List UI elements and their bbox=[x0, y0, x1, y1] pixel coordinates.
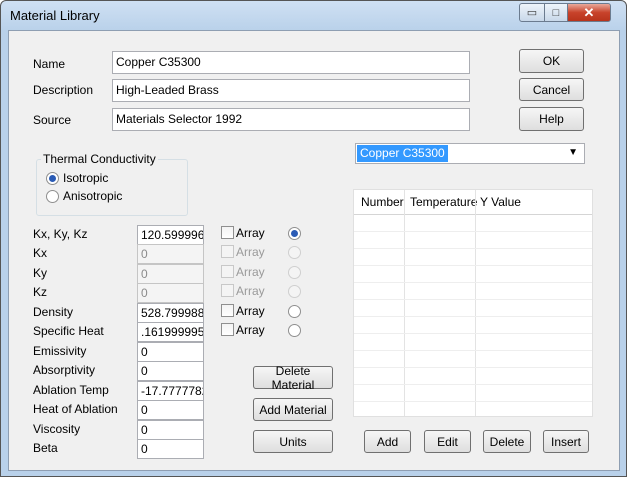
beta-field[interactable]: 0 bbox=[137, 439, 204, 459]
density-array-checkbox[interactable] bbox=[221, 304, 234, 317]
kx-ky-kz-field[interactable]: 120.599996 bbox=[137, 225, 204, 245]
kx-ky-kz-radio[interactable] bbox=[288, 227, 301, 240]
add-button[interactable]: Add bbox=[364, 430, 411, 453]
specific-heat-array-label: Array bbox=[236, 323, 265, 337]
kz-field: 0 bbox=[137, 283, 204, 303]
chevron-down-icon: ▼ bbox=[568, 147, 578, 158]
name-label: Name bbox=[33, 57, 66, 71]
ky-radio bbox=[288, 266, 301, 279]
temperature-table[interactable]: Number Temperature Y Value bbox=[353, 189, 593, 417]
specific-heat-label: Specific Heat bbox=[33, 324, 104, 338]
beta-label: Beta bbox=[33, 441, 58, 455]
cancel-button[interactable]: Cancel bbox=[519, 78, 584, 101]
ky-field: 0 bbox=[137, 264, 204, 284]
ablation-temp-field[interactable]: -17.7777782 bbox=[137, 381, 204, 401]
table-row-line bbox=[354, 265, 592, 266]
heat-of-ablation-field[interactable]: 0 bbox=[137, 400, 204, 420]
ky-array-label: Array bbox=[236, 265, 265, 279]
isotropic-radio[interactable] bbox=[46, 172, 59, 185]
description-label: Description bbox=[33, 83, 94, 97]
delete-material-button[interactable]: Delete Material bbox=[253, 364, 333, 392]
density-field[interactable]: 528.799988 bbox=[137, 303, 204, 323]
density-array-label: Array bbox=[236, 304, 265, 318]
material-select[interactable]: Copper C35300 ▼ bbox=[355, 143, 585, 164]
specific-heat-field[interactable]: .161999995 bbox=[137, 322, 204, 342]
column-header-temperature: Temperature bbox=[410, 195, 478, 209]
anisotropic-radio[interactable] bbox=[46, 190, 59, 203]
edit-button[interactable]: Edit bbox=[424, 430, 471, 453]
kz-array-checkbox bbox=[221, 284, 234, 297]
table-row-line bbox=[354, 401, 592, 402]
table-row-line bbox=[354, 384, 592, 385]
kx-ky-kz-array-checkbox[interactable] bbox=[221, 226, 234, 239]
column-header-number: Number bbox=[361, 195, 404, 209]
maximize-icon: □ bbox=[552, 6, 560, 19]
kx-field: 0 bbox=[137, 244, 204, 264]
units-button[interactable]: Units bbox=[253, 430, 333, 453]
ky-array-checkbox bbox=[221, 265, 234, 278]
delete-button[interactable]: Delete bbox=[483, 430, 531, 453]
name-field[interactable]: Copper C35300 bbox=[112, 51, 470, 74]
specific-heat-array-checkbox[interactable] bbox=[221, 323, 234, 336]
kz-array-label: Array bbox=[236, 284, 265, 298]
help-button[interactable]: Help bbox=[519, 107, 584, 131]
table-row-line bbox=[354, 282, 592, 283]
viscosity-label: Viscosity bbox=[33, 422, 81, 436]
kx-array-label: Array bbox=[236, 245, 265, 259]
dialog-client-area: Name Copper C35300 Description High-Lead… bbox=[8, 30, 620, 471]
window-title: Material Library bbox=[10, 8, 100, 23]
kx-array-checkbox bbox=[221, 245, 234, 258]
minimize-button[interactable]: ▭ bbox=[519, 3, 545, 22]
material-select-value: Copper C35300 bbox=[357, 145, 448, 162]
maximize-button[interactable]: □ bbox=[544, 3, 568, 22]
insert-button[interactable]: Insert bbox=[543, 430, 589, 453]
kx-radio bbox=[288, 246, 301, 259]
column-divider bbox=[475, 190, 476, 416]
kz-label: Kz bbox=[33, 285, 48, 299]
absorptivity-label: Absorptivity bbox=[33, 363, 96, 377]
source-label: Source bbox=[33, 113, 72, 127]
table-row-line bbox=[354, 231, 592, 232]
close-icon: ✕ bbox=[583, 4, 595, 20]
table-row-line bbox=[354, 350, 592, 351]
emissivity-field[interactable]: 0 bbox=[137, 342, 204, 362]
source-field[interactable]: Materials Selector 1992 bbox=[112, 108, 470, 131]
viscosity-field[interactable]: 0 bbox=[137, 420, 204, 440]
ok-button[interactable]: OK bbox=[519, 49, 584, 73]
absorptivity-field[interactable]: 0 bbox=[137, 361, 204, 381]
column-header-y-value: Y Value bbox=[480, 195, 521, 209]
heat-of-ablation-label: Heat of Ablation bbox=[33, 402, 118, 416]
thermal-conductivity-title: Thermal Conductivity bbox=[41, 152, 158, 166]
table-row-line bbox=[354, 316, 592, 317]
table-header: Number Temperature Y Value bbox=[354, 190, 592, 215]
material-library-window: Material Library ▭ □ ✕ Name Copper C3530… bbox=[0, 0, 627, 477]
density-radio[interactable] bbox=[288, 305, 301, 318]
specific-heat-radio[interactable] bbox=[288, 324, 301, 337]
isotropic-label: Isotropic bbox=[63, 171, 109, 185]
table-row-line bbox=[354, 333, 592, 334]
table-row-line bbox=[354, 367, 592, 368]
kx-label: Kx bbox=[33, 246, 48, 260]
close-button[interactable]: ✕ bbox=[567, 3, 611, 22]
minimize-icon: ▭ bbox=[526, 7, 538, 19]
table-row-line bbox=[354, 299, 592, 300]
column-divider bbox=[404, 190, 405, 416]
kx-ky-kz-array-label: Array bbox=[236, 226, 265, 240]
ablation-temp-label: Ablation Temp bbox=[33, 383, 109, 397]
density-label: Density bbox=[33, 305, 74, 319]
emissivity-label: Emissivity bbox=[33, 344, 87, 358]
anisotropic-label: Anisotropic bbox=[63, 189, 123, 203]
kx-ky-kz-label: Kx, Ky, Kz bbox=[33, 227, 88, 241]
add-material-button[interactable]: Add Material bbox=[253, 398, 333, 421]
thermal-conductivity-group: Thermal Conductivity Isotropic Anisotrop… bbox=[36, 152, 188, 216]
description-field[interactable]: High-Leaded Brass bbox=[112, 79, 470, 102]
ky-label: Ky bbox=[33, 266, 48, 280]
kz-radio bbox=[288, 285, 301, 298]
table-row-line bbox=[354, 248, 592, 249]
